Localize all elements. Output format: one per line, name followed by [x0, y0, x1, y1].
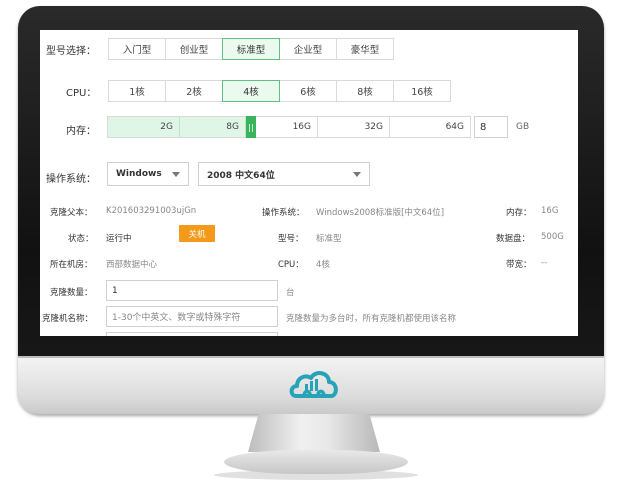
bandwidth-label: 带宽： — [506, 260, 532, 270]
model-label: 型号选择： — [46, 45, 96, 57]
disk-label: 数据盘： — [496, 234, 531, 244]
os-family-value: Windows — [116, 169, 162, 179]
cpu-options: 1核 2核 4核 6核 8核 16核 — [108, 80, 451, 102]
type-label: 型号： — [278, 234, 304, 244]
memory-slider-handle[interactable]: || — [246, 116, 256, 138]
cpu-option-5[interactable]: 8核 — [336, 80, 394, 102]
cpu-label: CPU： — [66, 87, 97, 99]
memory-tick-16g[interactable]: 16G — [256, 117, 318, 137]
memory-tick-2g[interactable]: 2G — [108, 117, 180, 137]
cpu-option-2[interactable]: 2核 — [165, 80, 223, 102]
memory-tick-64g[interactable]: 64G — [390, 117, 470, 137]
info-os-label: 操作系统： — [262, 208, 305, 218]
info-mem-value: 16G — [541, 206, 559, 216]
next-input[interactable] — [106, 332, 278, 336]
clone-count-input[interactable]: 1 — [106, 280, 278, 301]
info-mem-label: 内存： — [506, 208, 532, 218]
clone-name-input[interactable]: 1-30个中英文、数字或特殊字符 — [106, 306, 278, 327]
cpu-option-6[interactable]: 16核 — [393, 80, 451, 102]
clone-name-label: 克隆机名称： — [42, 314, 94, 324]
memory-tick-32g[interactable]: 32G — [318, 117, 390, 137]
cpu-option-4[interactable]: 6核 — [279, 80, 337, 102]
info-cpu-value: 4核 — [316, 260, 330, 270]
os-version-select[interactable]: 2008 中文64位 — [198, 162, 370, 186]
room-value: 西部数据中心 — [106, 260, 158, 270]
memory-slider[interactable]: 2G 8G || 16G 32G 64G — [107, 116, 471, 138]
model-row: 型号选择： 入门型 创业型 标准型 企业型 豪华型 — [46, 38, 394, 60]
room-label: 所在机房： — [50, 260, 93, 270]
status-label: 状态： — [68, 234, 94, 244]
disk-value: 500G — [541, 232, 564, 242]
os-version-value: 2008 中文64位 — [207, 170, 275, 181]
model-option-5[interactable]: 豪华型 — [336, 38, 394, 60]
status-value: 运行中 — [106, 234, 132, 244]
clone-name-hint: 克隆数量为多台时，所有克隆机都使用该名称 — [286, 314, 457, 324]
model-option-4[interactable]: 企业型 — [279, 38, 337, 60]
shutdown-button[interactable]: 关机 — [179, 225, 215, 242]
memory-tick-8g[interactable]: 8G — [180, 117, 246, 137]
info-os-value: Windows2008标准版[中文64位] — [316, 208, 445, 218]
memory-input[interactable]: 8 — [474, 116, 508, 138]
os-label: 操作系统： — [46, 174, 96, 185]
monitor-stand-neck — [248, 414, 380, 452]
parent-value: K201603291003ujGn — [106, 206, 197, 216]
clone-count-label: 克隆数量： — [50, 288, 93, 298]
screen: 型号选择： 入门型 创业型 标准型 企业型 豪华型 CPU： 1核 2核 4核 6核 8核 16核… — [40, 30, 578, 336]
cpu-option-3[interactable]: 4核 — [222, 80, 280, 102]
model-option-3[interactable]: 标准型 — [222, 38, 280, 60]
type-value: 标准型 — [316, 234, 342, 244]
parent-label: 克隆父本： — [50, 208, 93, 218]
chevron-down-icon — [353, 172, 361, 177]
memory-unit: GB — [516, 122, 530, 132]
memory-label: 内存： — [66, 126, 96, 137]
cpu-row: CPU： 1核 2核 4核 6核 8核 16核 — [66, 80, 451, 102]
chevron-down-icon — [172, 172, 180, 177]
model-option-2[interactable]: 创业型 — [165, 38, 223, 60]
info-cpu-label: CPU： — [278, 260, 304, 270]
os-family-select[interactable]: Windows — [107, 162, 189, 186]
clone-count-unit: 台 — [286, 288, 295, 298]
model-options: 入门型 创业型 标准型 企业型 豪华型 — [108, 38, 394, 60]
bandwidth-value: -- — [541, 258, 548, 268]
cloud-logo-icon — [289, 371, 338, 398]
monitor-stand-base — [224, 450, 408, 474]
cpu-option-1[interactable]: 1核 — [108, 80, 166, 102]
model-option-1[interactable]: 入门型 — [108, 38, 166, 60]
